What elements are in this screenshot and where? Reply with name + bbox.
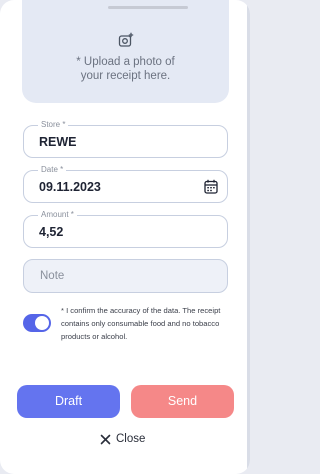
amount-label: Amount * <box>38 209 77 221</box>
note-placeholder: Note <box>40 270 65 282</box>
receipt-form-sheet: * Upload a photo of your receipt here. S… <box>0 0 250 474</box>
date-field[interactable]: Date * 09.11.2023 <box>23 164 228 203</box>
store-value: REWE <box>39 135 77 149</box>
amount-field[interactable]: Amount * 4,52 <box>23 209 228 248</box>
date-label: Date * <box>38 164 67 176</box>
upload-text-line2: your receipt here. <box>80 70 171 82</box>
amount-value: 4,52 <box>39 225 64 239</box>
receipt-upload-area[interactable]: * Upload a photo of your receipt here. <box>22 0 229 103</box>
sheet-grab-handle[interactable] <box>108 6 188 9</box>
consent-toggle[interactable] <box>23 314 51 332</box>
consent-text: * I confirm the accuracy of the data. Th… <box>61 306 221 341</box>
send-button[interactable]: Send <box>131 385 234 418</box>
toggle-knob <box>35 316 49 330</box>
store-field[interactable]: Store * REWE <box>23 119 228 158</box>
upload-instructions: * Upload a photo of your receipt here. <box>22 55 229 83</box>
edge-shadow <box>247 0 250 474</box>
close-icon <box>100 434 111 444</box>
add-photo-icon <box>118 32 134 47</box>
close-button[interactable]: Close <box>100 431 145 447</box>
upload-text-line1: * Upload a photo of <box>76 56 175 68</box>
close-label: Close <box>116 433 146 445</box>
calendar-icon[interactable] <box>204 179 218 194</box>
note-input[interactable]: Note <box>23 259 228 293</box>
store-label: Store * <box>38 119 69 131</box>
draft-button[interactable]: Draft <box>17 385 120 418</box>
date-value: 09.11.2023 <box>39 180 101 194</box>
